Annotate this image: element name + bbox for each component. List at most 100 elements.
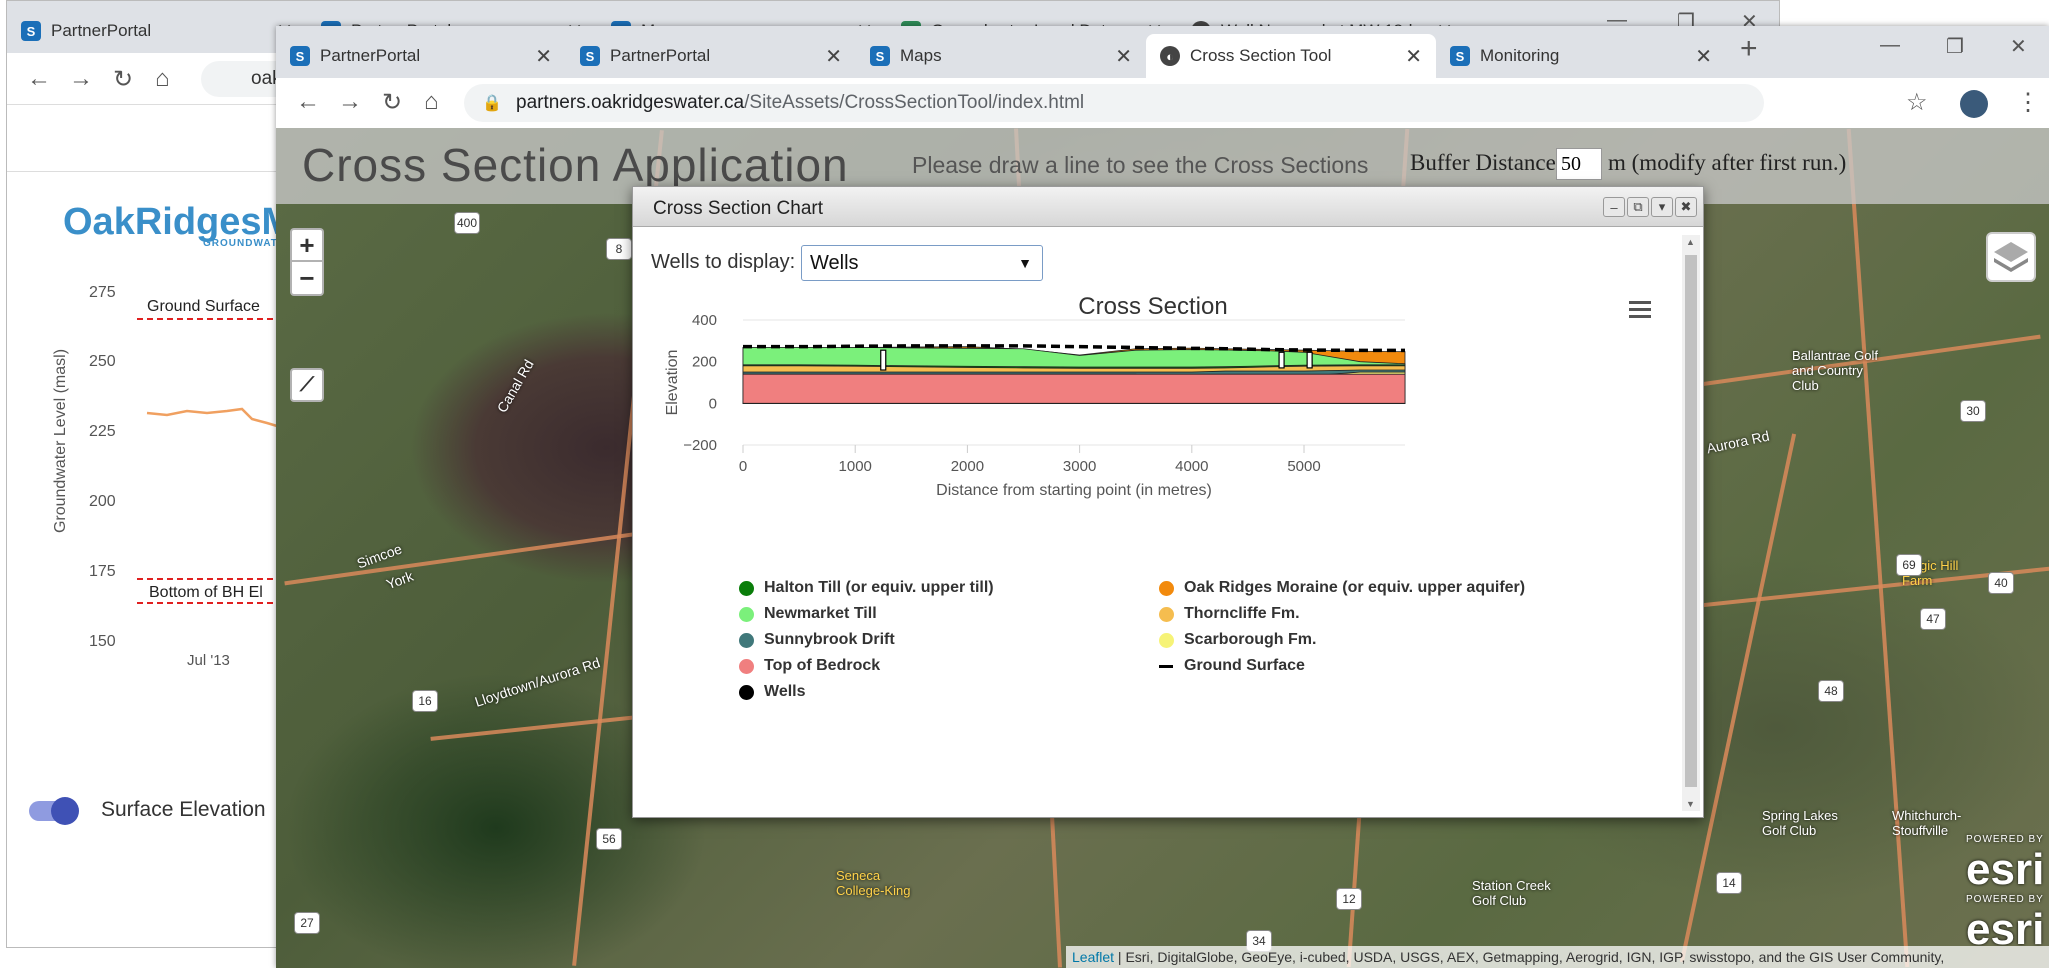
legend-label: Scarborough Fm.	[1184, 631, 1317, 648]
reload-icon[interactable]: ↻	[113, 65, 133, 94]
tab-partnerportal-2[interactable]: S PartnerPortal ✕	[566, 34, 856, 78]
highway-shield: 12	[1336, 888, 1362, 910]
close-tab-icon[interactable]: ✕	[1115, 44, 1132, 69]
toggle-label: Surface Elevation	[101, 798, 266, 821]
scroll-thumb[interactable]	[1685, 255, 1697, 787]
legend-label: Newmarket Till	[764, 605, 877, 622]
zoom-in-button[interactable]: +	[290, 228, 324, 262]
layers-icon[interactable]	[1986, 232, 2036, 282]
surface-elevation-toggle[interactable]	[29, 797, 79, 825]
menu-kebab-icon[interactable]: ⋮	[2016, 88, 2040, 117]
well-bar	[1278, 351, 1285, 369]
legend-label: Thorncliffe Fm.	[1184, 605, 1300, 622]
x-tick-label: 5000	[1287, 458, 1320, 475]
buffer-note: m (modify after first run.)	[1608, 150, 1847, 175]
legend-label: Halton Till (or equiv. upper till)	[764, 579, 994, 596]
tab-cross-section-tool[interactable]: ◐ Cross Section Tool ✕	[1146, 34, 1436, 78]
close-window-icon[interactable]: ✕	[2010, 34, 2027, 59]
app-title: Cross Section Application	[302, 139, 849, 191]
ytick: 225	[89, 423, 116, 440]
y-tick-label: 200	[692, 354, 717, 371]
x-axis-title: Distance from starting point (in metres)	[936, 482, 1212, 499]
y-tick-label: 0	[709, 395, 717, 412]
home-icon[interactable]: ⌂	[155, 65, 170, 93]
well-bar	[880, 349, 887, 371]
url-host: partners.oakridgeswater.ca	[516, 92, 745, 113]
legend-item[interactable]: Wells	[739, 683, 806, 701]
scroll-down-icon[interactable]: ▼	[1686, 799, 1695, 809]
map-label: Seneca College-King	[836, 868, 911, 898]
ytick: 175	[89, 563, 116, 580]
minimize-icon[interactable]: —	[1880, 34, 1900, 57]
tab-monitoring[interactable]: S Monitoring ✕	[1436, 34, 1726, 78]
restore-icon[interactable]: ❐	[1946, 34, 1964, 59]
close-tab-icon[interactable]: ✕	[1695, 44, 1712, 69]
powered-by: POWERED BY	[1966, 834, 2044, 845]
map-label: York	[384, 567, 416, 593]
tab-partnerportal-1[interactable]: S PartnerPortal ✕	[276, 34, 566, 78]
tab-label: PartnerPortal	[610, 46, 711, 65]
draw-line-icon[interactable]: ⟋	[290, 368, 324, 402]
zoom-out-button[interactable]: −	[290, 262, 324, 296]
attribution-text: | Esri, DigitalGlobe, GeoEye, i-cubed, U…	[1114, 949, 1945, 965]
legend-item[interactable]: Thorncliffe Fm.	[1159, 605, 1300, 623]
legend-item[interactable]: Top of Bedrock	[739, 657, 880, 675]
legend-item[interactable]: Scarborough Fm.	[1159, 631, 1316, 649]
y-tick-label: −200	[683, 437, 717, 454]
home-icon[interactable]: ⌂	[424, 88, 439, 116]
road	[1846, 128, 1910, 968]
tab-maps[interactable]: S Maps ✕	[856, 34, 1146, 78]
cross-section-chart: 4002000−2000 1000 2000 3000 4000 5000Distance…	[664, 312, 1406, 499]
xtick: Jul '13	[187, 652, 230, 669]
x-tick-label: 3000	[1063, 458, 1096, 475]
x-tick-label: 2000	[951, 458, 984, 475]
back-arrow-icon[interactable]: ←	[296, 88, 320, 116]
legend-label: Oak Ridges Moraine (or equiv. upper aqui…	[1184, 579, 1526, 596]
back-arrow-icon[interactable]: ←	[27, 65, 51, 93]
well-bar	[1306, 351, 1313, 369]
x-tick-label: 4000	[1175, 458, 1208, 475]
highway-shield: 14	[1716, 872, 1742, 894]
new-tab-icon[interactable]: +	[1740, 32, 1758, 66]
buffer-distance-input[interactable]	[1556, 148, 1602, 180]
ground-surface-label: Ground Surface	[147, 298, 260, 315]
close-dialog-icon[interactable]: ✖	[1675, 197, 1697, 217]
layer-top-of-bedrock	[742, 373, 1406, 404]
bookmark-star-icon[interactable]: ☆	[1906, 88, 1928, 117]
leaflet-link[interactable]: Leaflet	[1072, 949, 1114, 965]
highway-shield: 47	[1920, 608, 1946, 630]
dialog-scrollbar[interactable]: ▲ ▼	[1682, 235, 1700, 811]
highway-shield: 27	[294, 912, 320, 934]
sharepoint-icon: S	[290, 46, 310, 66]
highway-shield: 400	[454, 212, 480, 234]
legend-dot-icon	[739, 580, 754, 596]
forward-arrow-icon[interactable]: →	[69, 65, 93, 93]
legend-label: Top of Bedrock	[764, 657, 881, 674]
toggle-knob	[51, 797, 79, 825]
legend-item[interactable]: Sunnybrook Drift	[739, 631, 895, 649]
scroll-up-icon[interactable]: ▲	[1686, 237, 1695, 247]
url-bar[interactable]: 🔒 partners.oakridgeswater.ca/SiteAssets/…	[464, 84, 1764, 122]
legend-label: Sunnybrook Drift	[764, 631, 895, 648]
close-tab-icon[interactable]: ✕	[1405, 44, 1422, 69]
close-tab-icon[interactable]: ✕	[535, 44, 552, 69]
forward-arrow-icon[interactable]: →	[338, 88, 362, 116]
close-tab-icon[interactable]: ✕	[825, 44, 842, 69]
legend-label: Ground Surface	[1184, 657, 1305, 674]
legend-item[interactable]: Newmarket Till	[739, 605, 877, 623]
legend-item[interactable]: Halton Till (or equiv. upper till)	[739, 579, 994, 597]
legend-item[interactable]: Oak Ridges Moraine (or equiv. upper aqui…	[1159, 579, 1525, 597]
address-toolbar: ← → ↻ ⌂ 🔒 partners.oakridgeswater.ca/Sit…	[276, 78, 2049, 128]
x-tick-label: 0	[739, 458, 747, 475]
legend-item[interactable]: Ground Surface	[1159, 657, 1305, 675]
profile-avatar[interactable]	[1960, 90, 1988, 118]
satellite-map[interactable]: Cross Section Application Please draw a …	[276, 128, 2049, 968]
ytick: 200	[89, 493, 116, 510]
highway-shield: 48	[1818, 680, 1844, 702]
reload-icon[interactable]: ↻	[382, 88, 402, 117]
tab-label: PartnerPortal	[320, 46, 421, 65]
legend-label: Wells	[764, 683, 806, 700]
cross-section-dialog: Cross Section Chart – ⧉ ▾ ✖ ▲ ▼ Wells to…	[632, 186, 1704, 818]
tab-strip: S PartnerPortal ✕ S PartnerPortal ✕ S Ma…	[276, 26, 2049, 78]
back-tab-1[interactable]: S PartnerPortal ✕	[7, 9, 307, 53]
